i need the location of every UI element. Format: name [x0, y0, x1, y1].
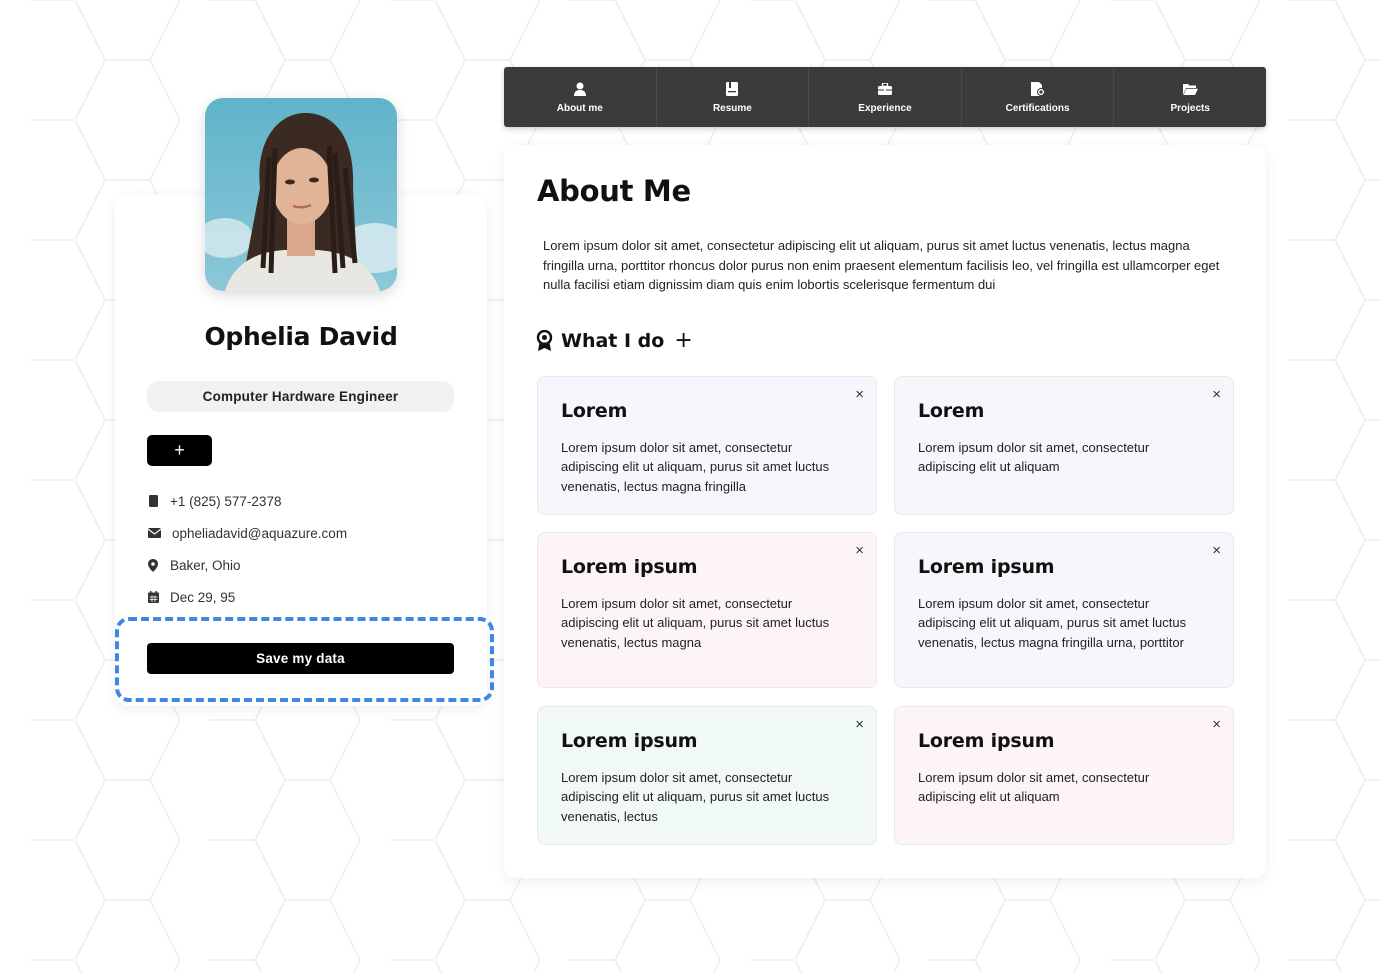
nav-resume[interactable]: Resume	[657, 67, 810, 127]
nav-label: Certifications	[1005, 102, 1070, 114]
envelope-icon	[147, 527, 161, 539]
user-icon	[573, 81, 586, 97]
nav-projects[interactable]: Projects	[1114, 67, 1266, 127]
service-card: × Lorem Lorem ipsum dolor sit amet, cons…	[537, 376, 877, 515]
resume-icon	[726, 81, 739, 97]
about-title: About Me	[537, 174, 691, 208]
medal-icon	[536, 329, 553, 352]
service-card: × Lorem ipsum Lorem ipsum dolor sit amet…	[894, 706, 1234, 845]
certificate-icon	[1030, 81, 1045, 97]
nav-label: Projects	[1170, 102, 1210, 114]
nav-label: Resume	[712, 102, 752, 114]
what-i-do-title: What I do	[561, 329, 665, 352]
close-icon[interactable]: ×	[1212, 542, 1221, 559]
top-navigation: About me Resume Experience Certification…	[504, 67, 1266, 127]
service-title: Lorem ipsum	[918, 556, 1055, 578]
nav-experience[interactable]: Experience	[809, 67, 962, 127]
add-button[interactable]: +	[147, 435, 212, 466]
birthday-text: Dec 29, 95	[170, 589, 236, 605]
service-title: Lorem	[561, 400, 628, 422]
service-title: Lorem ipsum	[561, 730, 698, 752]
service-card: × Lorem ipsum Lorem ipsum dolor sit amet…	[537, 706, 877, 845]
nav-label: Experience	[858, 102, 912, 114]
add-service-button[interactable]: +	[674, 328, 692, 353]
service-text: Lorem ipsum dolor sit amet, consectetur …	[561, 596, 830, 650]
email-text: opheliadavid@aquazure.com	[172, 525, 348, 541]
service-title: Lorem	[918, 400, 985, 422]
profile-name: Ophelia David	[204, 322, 398, 351]
service-card: × Lorem ipsum Lorem ipsum dolor sit amet…	[894, 532, 1234, 688]
contact-birthday: Dec 29, 95	[147, 587, 235, 607]
contact-email: opheliadavid@aquazure.com	[147, 523, 347, 543]
role-badge: Computer Hardware Engineer	[147, 381, 454, 412]
nav-certifications[interactable]: Certifications	[962, 67, 1115, 127]
close-icon[interactable]: ×	[1212, 716, 1221, 733]
close-icon[interactable]: ×	[855, 716, 864, 733]
about-text: Lorem ipsum dolor sit amet, consectetur …	[543, 238, 1220, 292]
phone-text: +1 (825) 577-2378	[170, 493, 282, 509]
service-title: Lorem ipsum	[561, 556, 698, 578]
close-icon[interactable]: ×	[855, 542, 864, 559]
what-i-do-header: What I do +	[536, 328, 693, 353]
service-text: Lorem ipsum dolor sit amet, consectetur …	[918, 770, 1150, 805]
service-text: Lorem ipsum dolor sit amet, consectetur …	[918, 440, 1150, 475]
location-text: Baker, Ohio	[170, 557, 241, 573]
folder-icon	[1182, 81, 1198, 97]
phone-icon	[147, 495, 159, 507]
service-text: Lorem ipsum dolor sit amet, consectetur …	[918, 596, 1187, 650]
service-text: Lorem ipsum dolor sit amet, consectetur …	[561, 440, 830, 494]
avatar	[205, 98, 397, 291]
close-icon[interactable]: ×	[1212, 386, 1221, 403]
map-pin-icon	[147, 558, 159, 572]
contact-location: Baker, Ohio	[147, 555, 241, 575]
nav-label: About me	[556, 102, 603, 114]
service-card: × Lorem ipsum Lorem ipsum dolor sit amet…	[537, 532, 877, 688]
contact-phone: +1 (825) 577-2378	[147, 491, 281, 511]
service-title: Lorem ipsum	[918, 730, 1055, 752]
nav-about-me[interactable]: About me	[504, 67, 657, 127]
service-text: Lorem ipsum dolor sit amet, consectetur …	[561, 770, 830, 824]
calendar-icon	[147, 591, 159, 603]
service-card: × Lorem Lorem ipsum dolor sit amet, cons…	[894, 376, 1234, 515]
close-icon[interactable]: ×	[855, 386, 864, 403]
briefcase-icon	[877, 81, 892, 97]
save-my-data-button[interactable]: Save my data	[147, 643, 454, 674]
